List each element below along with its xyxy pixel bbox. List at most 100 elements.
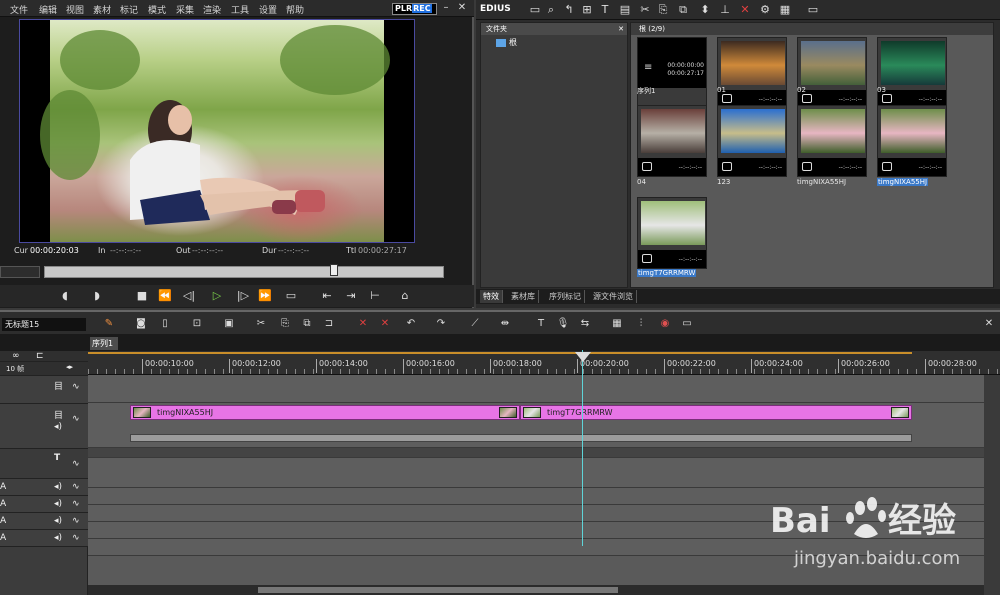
close-icon[interactable]: ✕ xyxy=(982,317,996,331)
menu-tools[interactable]: 工具 xyxy=(231,3,249,16)
zoom-arrows-icon[interactable]: ◂▸ xyxy=(66,363,73,371)
zoom-select[interactable]: 10 帧 xyxy=(6,364,24,374)
tab-clip-library[interactable]: 素材库 xyxy=(508,290,539,303)
close-icon[interactable]: ✕ xyxy=(456,2,468,14)
timeline-playhead[interactable] xyxy=(582,350,583,546)
audio-clip-bar[interactable] xyxy=(130,434,912,442)
tab-source-browser[interactable]: 源文件浏览 xyxy=(590,290,637,303)
overwrite-icon[interactable]: ⊢ xyxy=(368,289,382,303)
rewind-icon[interactable]: ⏪ xyxy=(158,289,172,303)
cut-icon[interactable]: ✂ xyxy=(254,317,268,331)
delete-clip-icon[interactable]: ✕ xyxy=(356,317,370,331)
search-icon[interactable]: ⌕ xyxy=(544,3,558,17)
ripple-delete-icon[interactable]: ✕ xyxy=(378,317,392,331)
link-icon[interactable]: ∞ xyxy=(12,351,20,361)
sync-lock-icon[interactable]: ⊏ xyxy=(36,351,44,361)
track-va[interactable]: timgNIXA55HJ timgT7GRRMRW xyxy=(88,403,984,448)
clip-label[interactable]: 03 xyxy=(877,86,886,94)
clip-label[interactable]: 序列1 xyxy=(637,86,655,96)
menu-clip[interactable]: 素材 xyxy=(93,3,111,16)
timeline-ruler[interactable]: 00:00:10:00 00:00:12:00 00:00:14:00 00:00:1… xyxy=(88,351,1000,375)
clip-thumbnail[interactable]: --:--:--:-- xyxy=(877,105,947,177)
save-icon[interactable]: ▣ xyxy=(222,317,236,331)
split-icon[interactable]: ⇹ xyxy=(498,317,512,331)
record-icon[interactable]: ◉ xyxy=(658,317,672,331)
folder-root[interactable]: 根 xyxy=(496,37,517,48)
wave-icon[interactable]: ∿ xyxy=(72,459,80,469)
menu-settings[interactable]: 设置 xyxy=(259,3,277,16)
menu-render[interactable]: 渲染 xyxy=(203,3,221,16)
sync-icon[interactable]: ⇆ xyxy=(578,317,592,331)
clip-label[interactable]: 01 xyxy=(717,86,726,94)
paste-icon[interactable]: ⧉ xyxy=(300,317,314,331)
clip-thumbnail[interactable]: --:--:--:-- xyxy=(797,105,867,177)
export-icon[interactable]: ⌂ xyxy=(398,289,412,303)
microphone-icon[interactable]: 🎙 xyxy=(556,317,570,331)
properties-icon[interactable]: ⚙ xyxy=(758,3,772,17)
position-slider[interactable] xyxy=(44,266,444,278)
tab-sequence1[interactable]: 序列1 xyxy=(90,337,118,350)
track-title[interactable] xyxy=(88,458,984,488)
menu-view[interactable]: 视图 xyxy=(66,3,84,16)
razor-icon[interactable]: ⟋ xyxy=(468,317,482,331)
insert-timeline-icon[interactable]: ⊥ xyxy=(718,3,732,17)
folder-icon[interactable]: ▭ xyxy=(528,3,542,17)
view-mode-icon[interactable]: ▦ xyxy=(778,3,792,17)
clip-thumbnail[interactable]: --:--:--:-- xyxy=(717,105,787,177)
video-track-icon[interactable]: 目 xyxy=(54,379,63,392)
prev-edit-icon[interactable]: ⇤ xyxy=(320,289,334,303)
speaker-icon[interactable]: ◂) xyxy=(54,482,62,492)
text-icon[interactable]: T xyxy=(598,3,612,17)
plr-mode[interactable]: PLR xyxy=(395,4,412,13)
clip-thumbnail[interactable]: --:--:--:-- xyxy=(717,37,787,109)
paste-insert-icon[interactable]: ⊐ xyxy=(322,317,336,331)
step-back-icon[interactable]: ◁| xyxy=(182,289,196,303)
clip-thumbnail[interactable]: --:--:--:-- xyxy=(637,105,707,177)
minimize-icon[interactable]: – xyxy=(440,2,452,14)
menu-marker[interactable]: 标记 xyxy=(120,3,138,16)
insert-icon[interactable]: ⇥ xyxy=(344,289,358,303)
add-clip-icon[interactable]: ⊞ xyxy=(580,3,594,17)
loop-icon[interactable]: ▭ xyxy=(284,289,298,303)
copy-icon[interactable]: ⎘ xyxy=(656,3,670,17)
clip-label[interactable]: timgNIXA55HJ xyxy=(797,178,846,186)
monitor-icon[interactable]: ▭ xyxy=(806,3,820,17)
wave-icon[interactable]: ∿ xyxy=(72,414,80,424)
wave-icon[interactable]: ∿ xyxy=(72,482,80,492)
clip-thumbnail[interactable]: --:--:--:-- xyxy=(877,37,947,109)
set-in-icon[interactable]: ◖ xyxy=(58,289,72,303)
up-folder-icon[interactable]: ↰ xyxy=(562,3,576,17)
clip-label[interactable]: timgT7GRRMRW xyxy=(637,269,697,277)
position-slider-handle[interactable] xyxy=(330,264,338,276)
menu-file[interactable]: 文件 xyxy=(10,3,28,16)
clip-label[interactable]: 123 xyxy=(717,178,730,186)
grid-icon[interactable]: ▦ xyxy=(610,317,624,331)
play-icon[interactable]: ▷ xyxy=(210,289,224,303)
rec-mode[interactable]: REC xyxy=(412,4,432,13)
title-icon[interactable]: T xyxy=(534,317,548,331)
cut-icon[interactable]: ✂ xyxy=(638,3,652,17)
step-forward-icon[interactable]: |▷ xyxy=(236,289,250,303)
playhead-marker-icon[interactable] xyxy=(575,352,591,362)
clip-thumbnail[interactable]: --:--:--:-- xyxy=(637,197,707,269)
timeline-clip[interactable]: timgNIXA55HJ xyxy=(130,405,520,420)
redo-icon[interactable]: ↷ xyxy=(434,317,448,331)
timeline-clip[interactable]: timgT7GRRMRW xyxy=(520,405,912,420)
scrollbar-thumb[interactable] xyxy=(258,587,618,593)
menu-edit[interactable]: 编辑 xyxy=(39,3,57,16)
wave-icon[interactable]: ∿ xyxy=(72,499,80,509)
copy-icon[interactable]: ⎘ xyxy=(278,317,292,331)
undo-icon[interactable]: ↶ xyxy=(404,317,418,331)
speaker-icon[interactable]: ◂) xyxy=(54,516,62,526)
clip-thumbnail[interactable]: --:--:--:-- xyxy=(797,37,867,109)
video-track-icon[interactable]: 目 xyxy=(54,408,63,421)
wave-icon[interactable]: ∿ xyxy=(72,382,80,392)
new-project-icon[interactable]: ✎ xyxy=(102,317,116,331)
shuttle-slider[interactable] xyxy=(0,266,40,278)
open-icon[interactable]: ⊡ xyxy=(190,317,204,331)
camera-icon[interactable]: ◙ xyxy=(134,317,148,331)
delete-icon[interactable]: ✕ xyxy=(738,3,752,17)
horizontal-scrollbar[interactable] xyxy=(88,585,984,595)
menu-mode[interactable]: 模式 xyxy=(148,3,166,16)
track-v1[interactable] xyxy=(88,375,984,403)
